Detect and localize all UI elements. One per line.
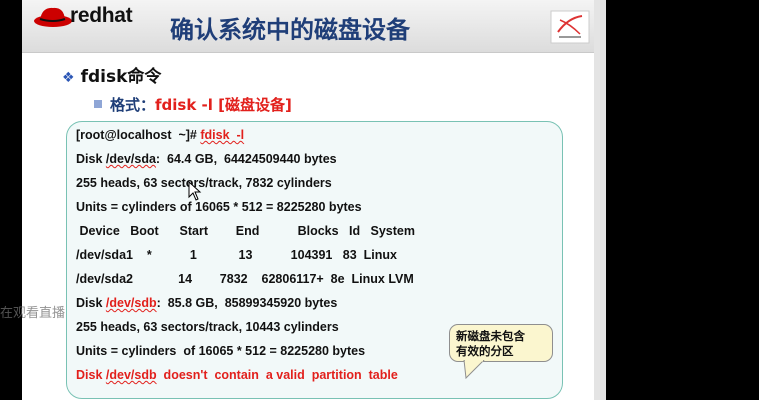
callout-note: 新磁盘未包含 有效的分区: [449, 324, 553, 362]
presentation-slide: redhat 确认系统中的磁盘设备 ❖ fdisk命令 格式：fdisk -l […: [22, 0, 594, 400]
slide-title: 确认系统中的磁盘设备: [170, 16, 410, 44]
sdb-geometry-line: 255 heads, 63 sectors/track, 10443 cylin…: [76, 320, 339, 334]
partition-row-sda1: /dev/sda1 * 1 13 104391 83 Linux: [76, 248, 397, 262]
redhat-wordmark: redhat: [70, 4, 133, 27]
sda-size-line: Disk /dev/sda: 64.4 GB, 64424509440 byte…: [76, 152, 337, 166]
sdb-units-line: Units = cylinders of 16065 * 512 = 82252…: [76, 344, 366, 358]
sda-units-line: Units = cylinders of 16065 * 512 = 82252…: [76, 200, 362, 214]
callout-tail: [463, 360, 485, 380]
sda-geometry-line: 255 heads, 63 sectors/track, 7832 cylind…: [76, 176, 332, 190]
square-bullet-icon: [94, 100, 102, 108]
sdb-error-line: Disk /dev/sdb doesn't contain a valid pa…: [76, 368, 398, 382]
bullet-format: 格式：fdisk -l [磁盘设备]: [94, 94, 292, 115]
partition-row-sda2: /dev/sda2 14 7832 62806117+ 8e Linux LVM: [76, 272, 414, 286]
terminal-output-box: [root@localhost ~]# fdisk -l Disk /dev/s…: [66, 121, 563, 399]
live-watermark: 在观看直播: [0, 306, 66, 321]
prompt-line: [root@localhost ~]# fdisk -l: [76, 128, 245, 142]
corner-logo-icon: [550, 10, 590, 44]
partition-table-header: Device Boot Start End Blocks Id System: [76, 224, 415, 238]
mouse-cursor-icon: [188, 181, 202, 201]
slide-edge-bar: [594, 0, 606, 400]
sdb-size-line: Disk /dev/sdb: 85.8 GB, 85899345920 byte…: [76, 296, 338, 310]
bullet-fdisk-command: ❖ fdisk命令: [62, 67, 162, 87]
diamond-bullet-icon: ❖: [62, 70, 75, 86]
